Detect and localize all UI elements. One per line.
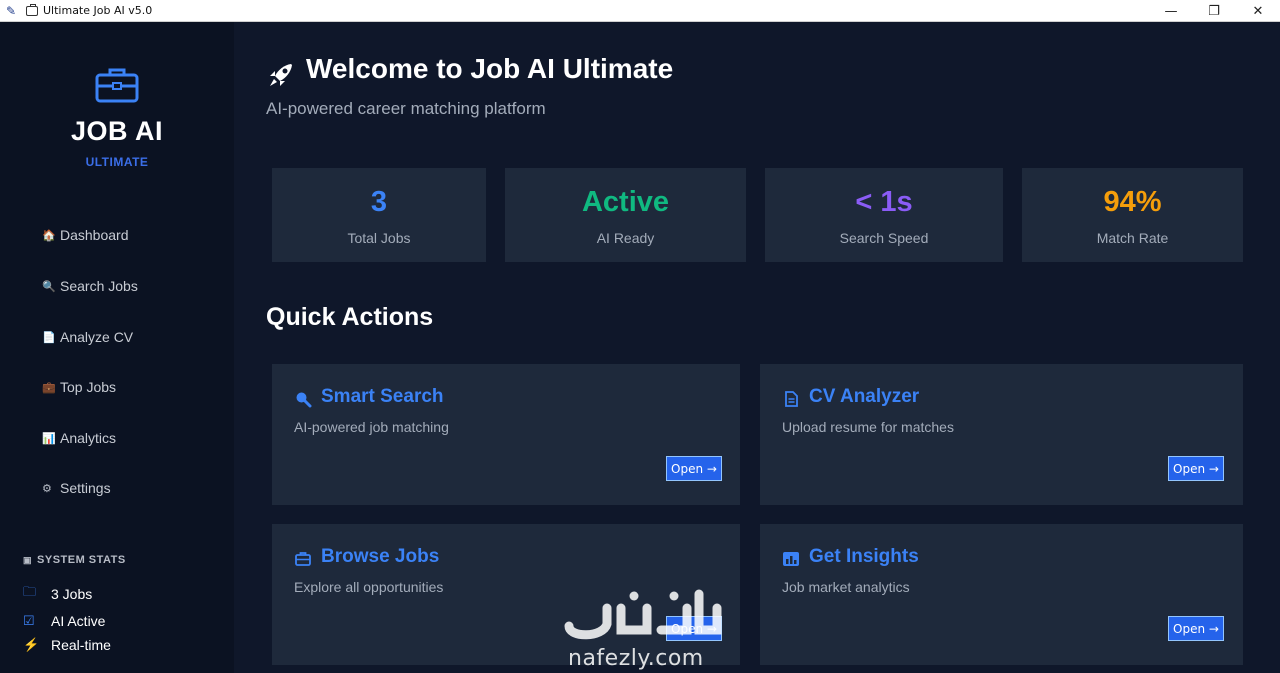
stat-value: Active	[581, 186, 670, 218]
minimize-button[interactable]: —	[1149, 0, 1193, 22]
checkbox-icon: ☑	[23, 613, 35, 628]
stat-label: Total Jobs	[347, 230, 411, 246]
stat-card-total-jobs: 3 Total Jobs	[272, 168, 486, 262]
action-description: AI-powered job matching	[294, 419, 449, 435]
briefcase-logo-icon	[95, 68, 139, 103]
stat-value: < 1s	[855, 186, 913, 218]
open-cv-analyzer-button[interactable]: Open →	[1168, 456, 1224, 481]
action-title: Get Insights	[809, 546, 919, 567]
search-icon	[296, 392, 312, 408]
stat-value: 3	[370, 186, 388, 218]
folder-icon: 🗀	[23, 584, 37, 599]
system-stats-label: SYSTEM STATS	[37, 554, 126, 566]
lightning-icon: ⚡	[23, 637, 40, 652]
chart-icon	[783, 552, 799, 566]
close-button[interactable]: ✕	[1236, 0, 1280, 22]
sidebar-item-label: Analyze CV	[60, 329, 134, 345]
stat-label: Match Rate	[1096, 230, 1169, 246]
system-stat-label: 3 Jobs	[51, 586, 93, 602]
action-title: Smart Search	[321, 386, 444, 407]
document-icon	[785, 391, 798, 407]
sidebar-item-top-jobs[interactable]: 💼 Top Jobs	[42, 377, 116, 397]
system-stat-realtime: ⚡ Real-time	[23, 636, 111, 654]
system-stats-title: ▣ SYSTEM STATS	[23, 554, 126, 566]
action-description: Explore all opportunities	[294, 579, 444, 595]
brand-title: JOB AI	[70, 116, 163, 146]
sidebar-item-analyze-cv[interactable]: 📄 Analyze CV	[42, 327, 133, 347]
stat-card-search-speed: < 1s Search Speed	[765, 168, 1003, 262]
briefcase-icon	[295, 552, 311, 566]
briefcase-icon	[26, 3, 38, 16]
brand-subtitle: ULTIMATE	[85, 155, 149, 169]
system-stat-label: AI Active	[51, 613, 106, 629]
sidebar-item-label: Settings	[60, 480, 111, 496]
feather-icon: ✎	[6, 3, 17, 18]
open-smart-search-button[interactable]: Open →	[666, 456, 722, 481]
rocket-icon	[270, 64, 292, 86]
sidebar-item-analytics[interactable]: 📊 Analytics	[42, 428, 116, 448]
stat-label: AI Ready	[596, 230, 655, 246]
sidebar-item-label: Dashboard	[60, 227, 129, 243]
action-card-smart-search: Smart Search AI-powered job matching Ope…	[272, 364, 740, 505]
sidebar-item-search-jobs[interactable]: 🔍 Search Jobs	[42, 276, 138, 296]
action-description: Job market analytics	[782, 579, 910, 595]
page-subtitle: AI-powered career matching platform	[266, 99, 546, 118]
home-icon: 🏠	[42, 229, 56, 242]
sidebar-item-label: Search Jobs	[60, 278, 138, 294]
window-titlebar: ✎ Ultimate Job AI v5.0	[0, 0, 1280, 22]
open-get-insights-button[interactable]: Open →	[1168, 616, 1224, 641]
briefcase-icon: 💼	[42, 381, 56, 394]
watermark-logo	[564, 589, 722, 640]
system-stat-label: Real-time	[51, 637, 111, 653]
bar-chart-icon: 📊	[42, 432, 56, 445]
page-title: Welcome to Job AI Ultimate	[306, 53, 674, 84]
stat-value: 94%	[1103, 186, 1162, 218]
quick-actions-title: Quick Actions	[266, 303, 434, 331]
action-card-get-insights: Get Insights Job market analytics Open →	[760, 524, 1243, 665]
window-title: Ultimate Job AI v5.0	[43, 4, 153, 17]
action-title: Browse Jobs	[321, 546, 440, 567]
search-icon: 🔍	[42, 280, 56, 293]
action-card-cv-analyzer: CV Analyzer Upload resume for matches Op…	[760, 364, 1243, 505]
stat-label: Search Speed	[839, 230, 929, 246]
stat-card-match-rate: 94% Match Rate	[1022, 168, 1243, 262]
action-description: Upload resume for matches	[782, 419, 954, 435]
stats-icon: ▣	[23, 554, 33, 565]
watermark-text: nafezly.com	[568, 646, 704, 671]
sidebar-item-label: Top Jobs	[60, 379, 117, 395]
stat-card-ai-ready: Active AI Ready	[505, 168, 746, 262]
document-icon: 📄	[42, 331, 56, 344]
system-stat-ai: ☑ AI Active	[23, 612, 105, 630]
system-stat-jobs: 🗀 3 Jobs	[23, 584, 93, 603]
sidebar-item-label: Analytics	[60, 430, 117, 446]
sidebar-item-dashboard[interactable]: 🏠 Dashboard	[42, 225, 129, 245]
sidebar-item-settings[interactable]: ⚙ Settings	[42, 478, 111, 498]
gear-icon: ⚙	[42, 482, 52, 495]
action-title: CV Analyzer	[809, 386, 920, 407]
maximize-button[interactable]: ❐	[1192, 0, 1236, 22]
sidebar: JOB AI ULTIMATE 🏠 Dashboard 🔍 Search Job…	[0, 22, 234, 673]
